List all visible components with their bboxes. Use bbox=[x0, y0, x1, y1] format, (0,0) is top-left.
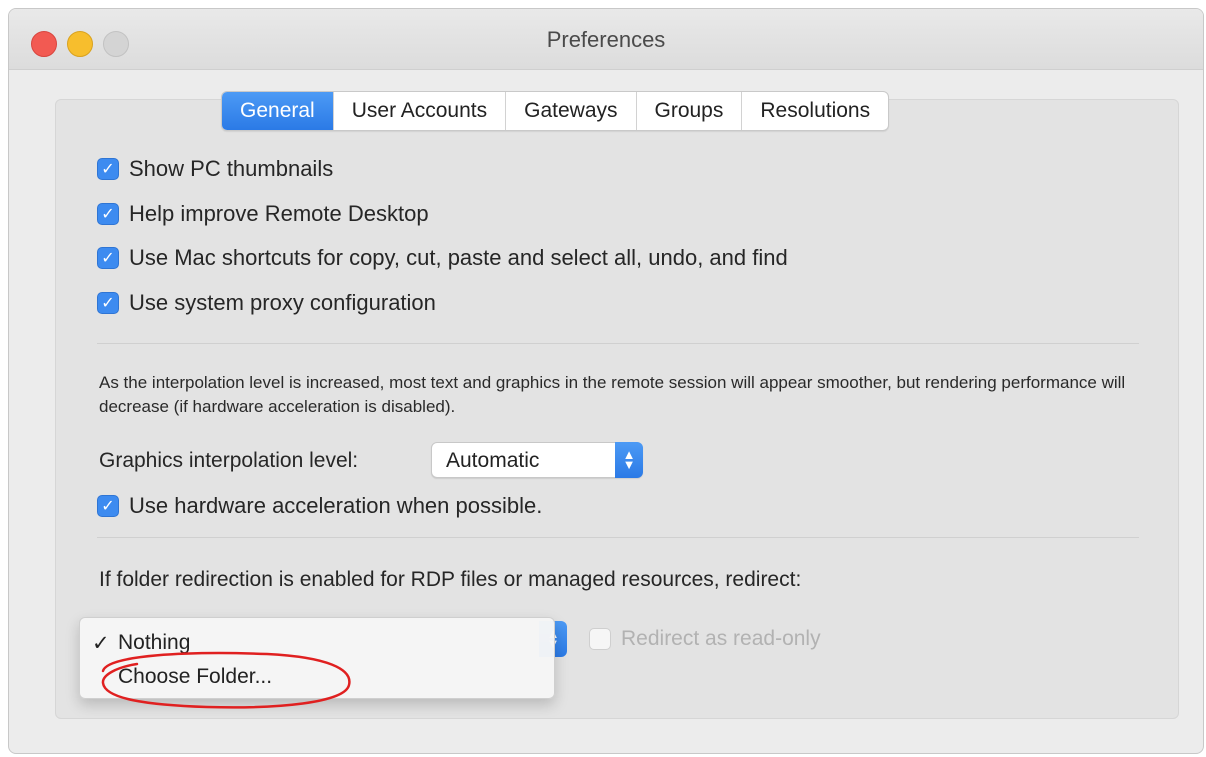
window-title: Preferences bbox=[546, 27, 666, 52]
show-pc-thumbnails-option[interactable]: ✓ Show PC thumbnails bbox=[97, 156, 333, 182]
system-proxy-option[interactable]: ✓ Use system proxy configuration bbox=[97, 290, 436, 316]
menu-item-label: Nothing bbox=[118, 631, 191, 654]
title-bar: Preferences bbox=[9, 9, 1203, 70]
help-improve-option[interactable]: ✓ Help improve Remote Desktop bbox=[97, 201, 429, 227]
hardware-acceleration-option[interactable]: ✓ Use hardware acceleration when possibl… bbox=[97, 493, 542, 519]
section-divider bbox=[97, 343, 1139, 344]
tab-gateways[interactable]: Gateways bbox=[506, 92, 637, 130]
help-improve-checkbox[interactable]: ✓ bbox=[97, 203, 119, 225]
tab-user-accounts[interactable]: User Accounts bbox=[334, 92, 507, 130]
interpolation-level-label: Graphics interpolation level: bbox=[99, 449, 359, 472]
mac-shortcuts-checkbox[interactable]: ✓ bbox=[97, 247, 119, 269]
interpolation-level-popup[interactable]: Automatic ▲ ▼ bbox=[431, 442, 643, 478]
mac-shortcuts-label: Use Mac shortcuts for copy, cut, paste a… bbox=[129, 245, 788, 270]
checkmark-icon: ✓ bbox=[92, 632, 110, 655]
chevron-up-down-icon[interactable]: ▲▼ bbox=[615, 442, 643, 478]
menu-item-nothing[interactable]: ✓ Nothing bbox=[80, 624, 554, 660]
tab-resolutions[interactable]: Resolutions bbox=[742, 92, 888, 130]
tab-general[interactable]: General bbox=[222, 92, 334, 130]
preferences-window: Preferences General User Accounts Gatewa… bbox=[8, 8, 1204, 754]
help-improve-label: Help improve Remote Desktop bbox=[129, 201, 429, 226]
redirect-dropdown-menu: ✓ Nothing Choose Folder... bbox=[79, 617, 555, 699]
redirect-label: If folder redirection is enabled for RDP… bbox=[99, 568, 802, 591]
section-divider bbox=[97, 537, 1139, 538]
menu-item-choose-folder[interactable]: Choose Folder... bbox=[80, 658, 554, 694]
redirect-readonly-label: Redirect as read-only bbox=[621, 627, 821, 650]
mac-shortcuts-option[interactable]: ✓ Use Mac shortcuts for copy, cut, paste… bbox=[97, 245, 788, 271]
hardware-acceleration-checkbox[interactable]: ✓ bbox=[97, 495, 119, 517]
redirect-readonly-option[interactable]: ✓ Redirect as read-only bbox=[589, 627, 821, 651]
system-proxy-label: Use system proxy configuration bbox=[129, 290, 436, 315]
redirect-readonly-checkbox[interactable]: ✓ bbox=[589, 628, 611, 650]
interpolation-note: As the interpolation level is increased,… bbox=[99, 373, 1126, 416]
show-pc-thumbnails-checkbox[interactable]: ✓ bbox=[97, 158, 119, 180]
interpolation-level-value: Automatic bbox=[446, 449, 540, 472]
tab-groups[interactable]: Groups bbox=[637, 92, 743, 130]
hardware-acceleration-label: Use hardware acceleration when possible. bbox=[129, 493, 543, 518]
tab-bar: General User Accounts Gateways Groups Re… bbox=[221, 91, 890, 131]
menu-item-label: Choose Folder... bbox=[118, 665, 273, 688]
show-pc-thumbnails-label: Show PC thumbnails bbox=[129, 156, 334, 181]
system-proxy-checkbox[interactable]: ✓ bbox=[97, 292, 119, 314]
